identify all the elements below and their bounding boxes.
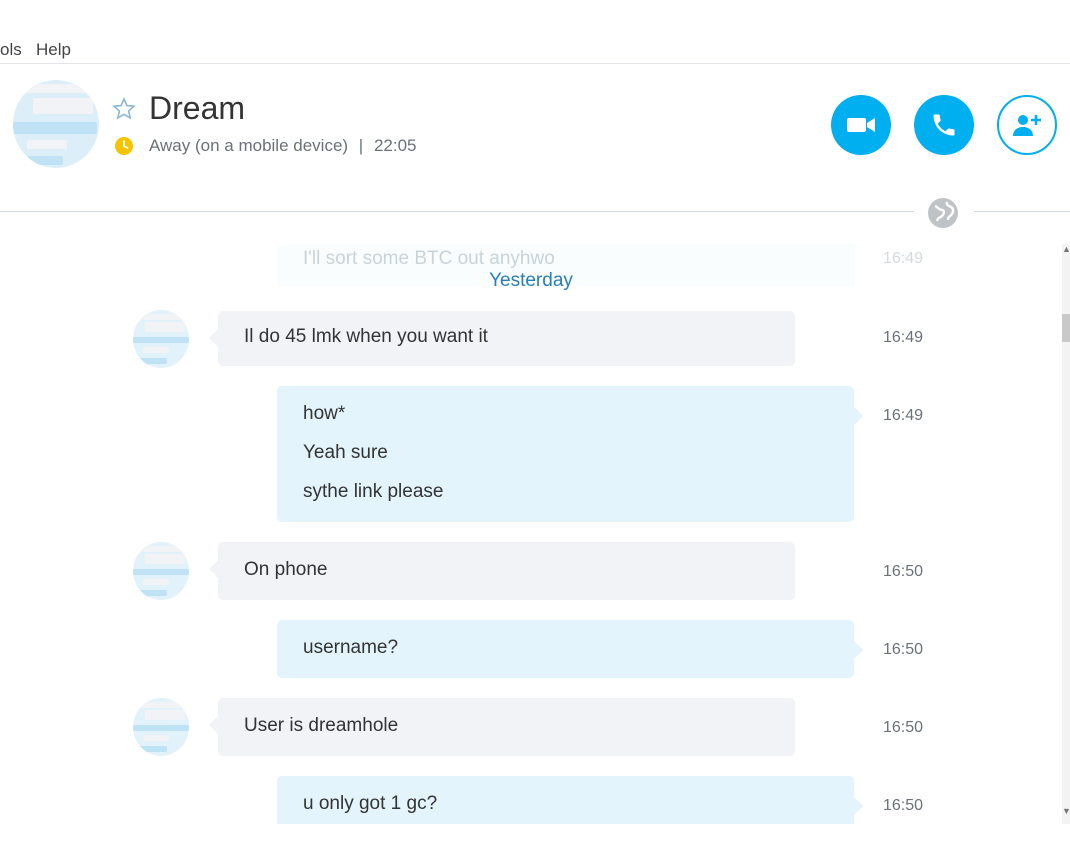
- chat-history[interactable]: I'll sort some BTC out anyhwo 16:49 Yest…: [0, 244, 1062, 824]
- scroll-up-arrow-icon[interactable]: ▲: [1062, 244, 1070, 262]
- message-text: username?: [303, 637, 399, 658]
- menu-item-tools[interactable]: ols: [0, 40, 22, 60]
- local-time: 22:05: [373, 136, 417, 155]
- message-time: 16:50: [883, 563, 924, 580]
- contact-name: Dream: [149, 90, 246, 126]
- video-call-button[interactable]: [831, 95, 891, 155]
- add-people-button[interactable]: [997, 95, 1057, 155]
- translator-globe-icon[interactable]: [926, 196, 960, 230]
- message-text: On phone: [244, 559, 328, 580]
- message-avatar[interactable]: [133, 310, 189, 368]
- message-time: 16:50: [883, 797, 924, 814]
- menu-divider: [0, 63, 1070, 64]
- contact-avatar[interactable]: [13, 80, 99, 168]
- message-text: how*: [303, 403, 346, 424]
- menu-item-help[interactable]: Help: [36, 40, 71, 60]
- status-separator: |: [358, 136, 364, 155]
- faded-message-text: I'll sort some BTC out anyhwo: [303, 248, 555, 269]
- message-time: 16:50: [883, 641, 924, 658]
- message-text: sythe link please: [303, 481, 444, 502]
- video-camera-icon: [847, 118, 875, 132]
- message-text: Yeah sure: [303, 442, 388, 463]
- outgoing-message[interactable]: how* Yeah sure sythe link please: [277, 386, 863, 522]
- add-person-icon: [1013, 115, 1041, 136]
- incoming-message[interactable]: On phone: [209, 542, 795, 600]
- outgoing-message[interactable]: u only got 1 gc?: [277, 776, 863, 824]
- message-text: u only got 1 gc?: [303, 793, 438, 814]
- incoming-message[interactable]: Il do 45 lmk when you want it: [209, 311, 795, 366]
- menu-bar: ols Help: [0, 36, 1070, 64]
- message-time: 16:49: [883, 407, 924, 424]
- message-time: 16:50: [883, 719, 924, 736]
- status-label: Away (on a mobile device): [149, 136, 349, 155]
- incoming-message[interactable]: User is dreamhole: [209, 698, 795, 756]
- phone-icon: [933, 114, 955, 136]
- message-avatar[interactable]: [133, 698, 189, 756]
- faded-message-time: 16:49: [883, 250, 924, 267]
- outgoing-message[interactable]: username?: [277, 620, 863, 678]
- favorite-star-icon[interactable]: [112, 97, 136, 121]
- header-divider: [0, 211, 914, 212]
- away-clock-icon: [115, 137, 133, 155]
- message-text: User is dreamhole: [244, 715, 399, 736]
- message-time: 16:49: [883, 329, 924, 346]
- scroll-down-arrow-icon[interactable]: ▼: [1062, 806, 1070, 824]
- message-avatar[interactable]: [133, 542, 189, 600]
- contact-status: Away (on a mobile device) | 22:05: [149, 136, 417, 156]
- header-divider-right: [974, 211, 1070, 212]
- day-separator: Yesterday: [489, 270, 573, 291]
- message-text: Il do 45 lmk when you want it: [244, 326, 488, 347]
- scrollbar-thumb[interactable]: [1062, 314, 1070, 342]
- audio-call-button[interactable]: [914, 95, 974, 155]
